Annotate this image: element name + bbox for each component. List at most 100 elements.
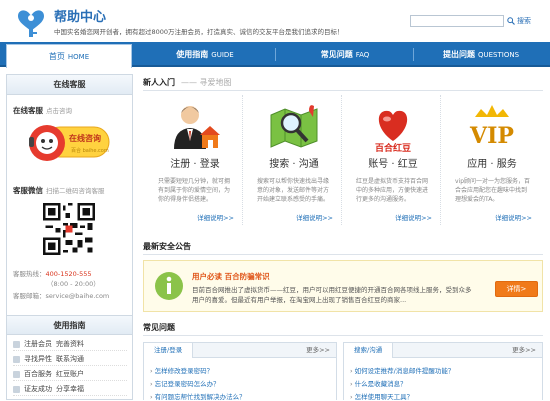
wechat-qr-code-icon	[43, 203, 95, 255]
guide-link[interactable]: 红豆账户	[56, 369, 84, 379]
tab-label-en: HOME	[67, 52, 90, 61]
card-description: 红豆是虚拟货币支持百合网中的多种应用，方便快速进行更多的沟通服务。	[356, 178, 429, 203]
baihe-redbean-logo-text: 百合红豆	[374, 144, 411, 154]
card-description: 搜索可以帮你快速找出寻缘意的对象，发送邮件等对方开始建立联系感受的手痛。	[257, 178, 330, 203]
faq-link[interactable]: 什么是收藏消息？	[350, 378, 407, 388]
card-service: VIP 应用 · 服务 vip顾问一对一为您服务，百合会应用配您在趣味中找到理想…	[444, 95, 540, 225]
divider	[143, 335, 543, 336]
hotline-hours: （8:00 - 20:00）	[47, 280, 100, 288]
online-chat-label: 在线咨询	[69, 134, 101, 143]
nav-divider	[413, 48, 414, 61]
map-search-icon	[270, 105, 318, 148]
online-service-hint: 点击咨询	[46, 107, 72, 115]
guide-link[interactable]: 联系沟通	[56, 354, 84, 364]
card-description: 只需要短短几分钟，就可拥有到属于你的爱情空间，为你的得身伴侣搭建。	[158, 178, 231, 203]
tab-label: 提出问题	[442, 50, 475, 59]
faq-link[interactable]: 怎样修改登录密码？	[150, 365, 214, 375]
tab-register-login[interactable]: 注册/登录	[144, 343, 194, 358]
tab-label: 首页	[48, 52, 65, 61]
tab-label: 使用指南	[176, 50, 209, 59]
search-label: 搜索	[517, 16, 531, 25]
faq-link[interactable]: 忘记登录密码怎么办？	[150, 378, 220, 388]
slogan: 中国实名婚恋网开创者，拥有超过8000万注册会员，打造真实、诚信的交友平台是我们…	[54, 28, 344, 36]
nav-divider	[275, 48, 276, 61]
tab-label-en: QUESTIONS	[477, 50, 520, 59]
search-icon	[13, 355, 20, 363]
guide-link[interactable]: 百合服务	[24, 369, 52, 379]
subtitle-text: 寻爱地图	[199, 78, 232, 87]
sidebar: 在线客服 在线客服 点击咨询 在线咨询 百合 baihe.com 客服微信 扫描二维…	[6, 74, 133, 400]
page-title: 帮助中心	[54, 10, 107, 25]
details-link[interactable]: 详细说明>>	[495, 212, 532, 222]
section-subtitle: —— 寻爱地图	[181, 78, 232, 87]
guide-link[interactable]: 分享幸福	[56, 384, 84, 394]
tab-search-contact[interactable]: 搜索/沟通	[344, 343, 394, 358]
vip-crown-icon: VIP	[469, 105, 514, 149]
email-value[interactable]: service@baihe.com	[46, 292, 110, 300]
main-nav: 首页 HOME 使用指南 GUIDE 常见问题 FAQ 提出问题 QUESTIONS	[0, 42, 550, 68]
card-register: 注册 · 登录 只需要短短几分钟，就可拥有到属于你的爱情空间，为你的得身伴侣搭建…	[147, 95, 243, 225]
hotline: 客服热线：400-1520-555	[13, 268, 92, 278]
details-link[interactable]: 详细说明>>	[395, 212, 432, 222]
share-icon	[13, 385, 20, 393]
guide-link[interactable]: 完善资料	[56, 339, 84, 349]
faq-link[interactable]: 如何设定推荐/消息邮件提醒功能？	[350, 365, 455, 375]
details-link[interactable]: 详细说明>>	[296, 212, 333, 222]
user-icon	[13, 340, 20, 348]
faq-panel-login: 注册/登录 更多>> 怎样修改登录密码？ 忘记登录密码怎么办？ 有问题忘帮忙找到…	[143, 342, 337, 401]
notice-details-button[interactable]: 详情>	[495, 281, 538, 297]
guide-link[interactable]: 注册会员	[24, 339, 52, 349]
section-title: 新人入门	[143, 78, 175, 87]
user-house-icon	[174, 106, 220, 149]
online-service-row[interactable]: 在线客服 点击咨询	[13, 105, 72, 116]
card-title: 搜索 · 沟通	[269, 159, 319, 170]
details-link[interactable]: 详细说明>>	[197, 212, 234, 222]
tab-label: 常见问题	[320, 50, 353, 59]
guide-item[interactable]: 寻找异性 联系沟通	[13, 353, 127, 366]
tab-label-en: GUIDE	[211, 50, 234, 59]
email-label: 客服邮箱：	[13, 292, 46, 300]
online-chat-button[interactable]: 在线咨询 百合 baihe.com	[27, 121, 113, 165]
newbie-heading: 新人入门 —— 寻爱地图	[143, 77, 232, 88]
more-link[interactable]: 更多>>	[306, 343, 330, 358]
wechat-hint: 扫描二维码咨询客服	[46, 187, 105, 195]
card-title: 注册 · 登录	[170, 159, 220, 170]
tab-faq[interactable]: 常见问题 FAQ	[280, 42, 410, 67]
wechat-label: 客服微信	[13, 186, 43, 195]
guide-item[interactable]: 百合服务 红豆账户	[13, 368, 127, 381]
hotline-number: 400-1520-555	[45, 270, 92, 278]
search-button[interactable]: 搜索	[507, 14, 531, 27]
faq-panel-search: 搜索/沟通 更多>> 如何设定推荐/消息邮件提醒功能？ 什么是收藏消息？ 怎样使…	[343, 342, 543, 401]
more-link[interactable]: 更多>>	[512, 343, 536, 358]
card-title: 应用 · 服务	[467, 159, 517, 170]
divider	[143, 90, 543, 91]
guide-link[interactable]: 证友成功	[24, 384, 52, 394]
security-notice: 用户必读 百合防骗常识 目前百合网推出了虚拟货币——红豆，用户可以用红豆便捷的开…	[143, 260, 543, 312]
wechat-row: 客服微信 扫描二维码咨询客服	[13, 185, 105, 196]
svg-text:VIP: VIP	[469, 123, 514, 149]
tab-label-en: FAQ	[355, 50, 370, 59]
card-title: 账号 · 红豆	[368, 159, 418, 170]
tab-questions[interactable]: 提出问题 QUESTIONS	[418, 42, 544, 67]
service-icon	[13, 370, 20, 378]
guide-link[interactable]: 寻找异性	[24, 354, 52, 364]
notice-text: 目前百合网推出了虚拟货币——红豆，用户可以用红豆便捷的开通百合网各项线上服务，受…	[192, 286, 472, 304]
guide-item[interactable]: 注册会员 完善资料	[13, 338, 127, 351]
security-heading: 最新安全公告	[143, 242, 191, 251]
search-input[interactable]	[410, 15, 504, 27]
card-search: 搜索 · 沟通 搜索可以帮你快速找出寻缘意的对象，发送邮件等对方开始建立联系感受…	[246, 95, 342, 225]
heart-key-logo-icon[interactable]	[16, 4, 46, 38]
hotline-label: 客服热线：	[13, 270, 46, 278]
service-email: 客服邮箱：service@baihe.com	[13, 290, 109, 300]
faq-heading: 常见问题	[143, 323, 175, 332]
card-account: 百合红豆 账号 · 红豆 红豆是虚拟货币支持百合网中的多种应用，方便快速进行更多…	[345, 95, 441, 225]
sidebar-heading-online: 在线客服	[7, 75, 132, 95]
notice-title[interactable]: 用户必读 百合防骗常识	[192, 271, 270, 282]
tab-guide[interactable]: 使用指南 GUIDE	[140, 42, 270, 67]
sidebar-heading-guide: 使用指南	[7, 315, 132, 335]
card-description: vip顾问一对一为您服务，百合会应用配您在趣味中找到理想爱会的TA。	[455, 178, 531, 203]
tab-home[interactable]: 首页 HOME	[6, 44, 132, 68]
info-icon	[155, 272, 183, 300]
header: 帮助中心 中国实名婚恋网开创者，拥有超过8000万注册会员，打造真实、诚信的交友…	[0, 0, 550, 42]
guide-item[interactable]: 证友成功 分享幸福	[13, 383, 127, 396]
